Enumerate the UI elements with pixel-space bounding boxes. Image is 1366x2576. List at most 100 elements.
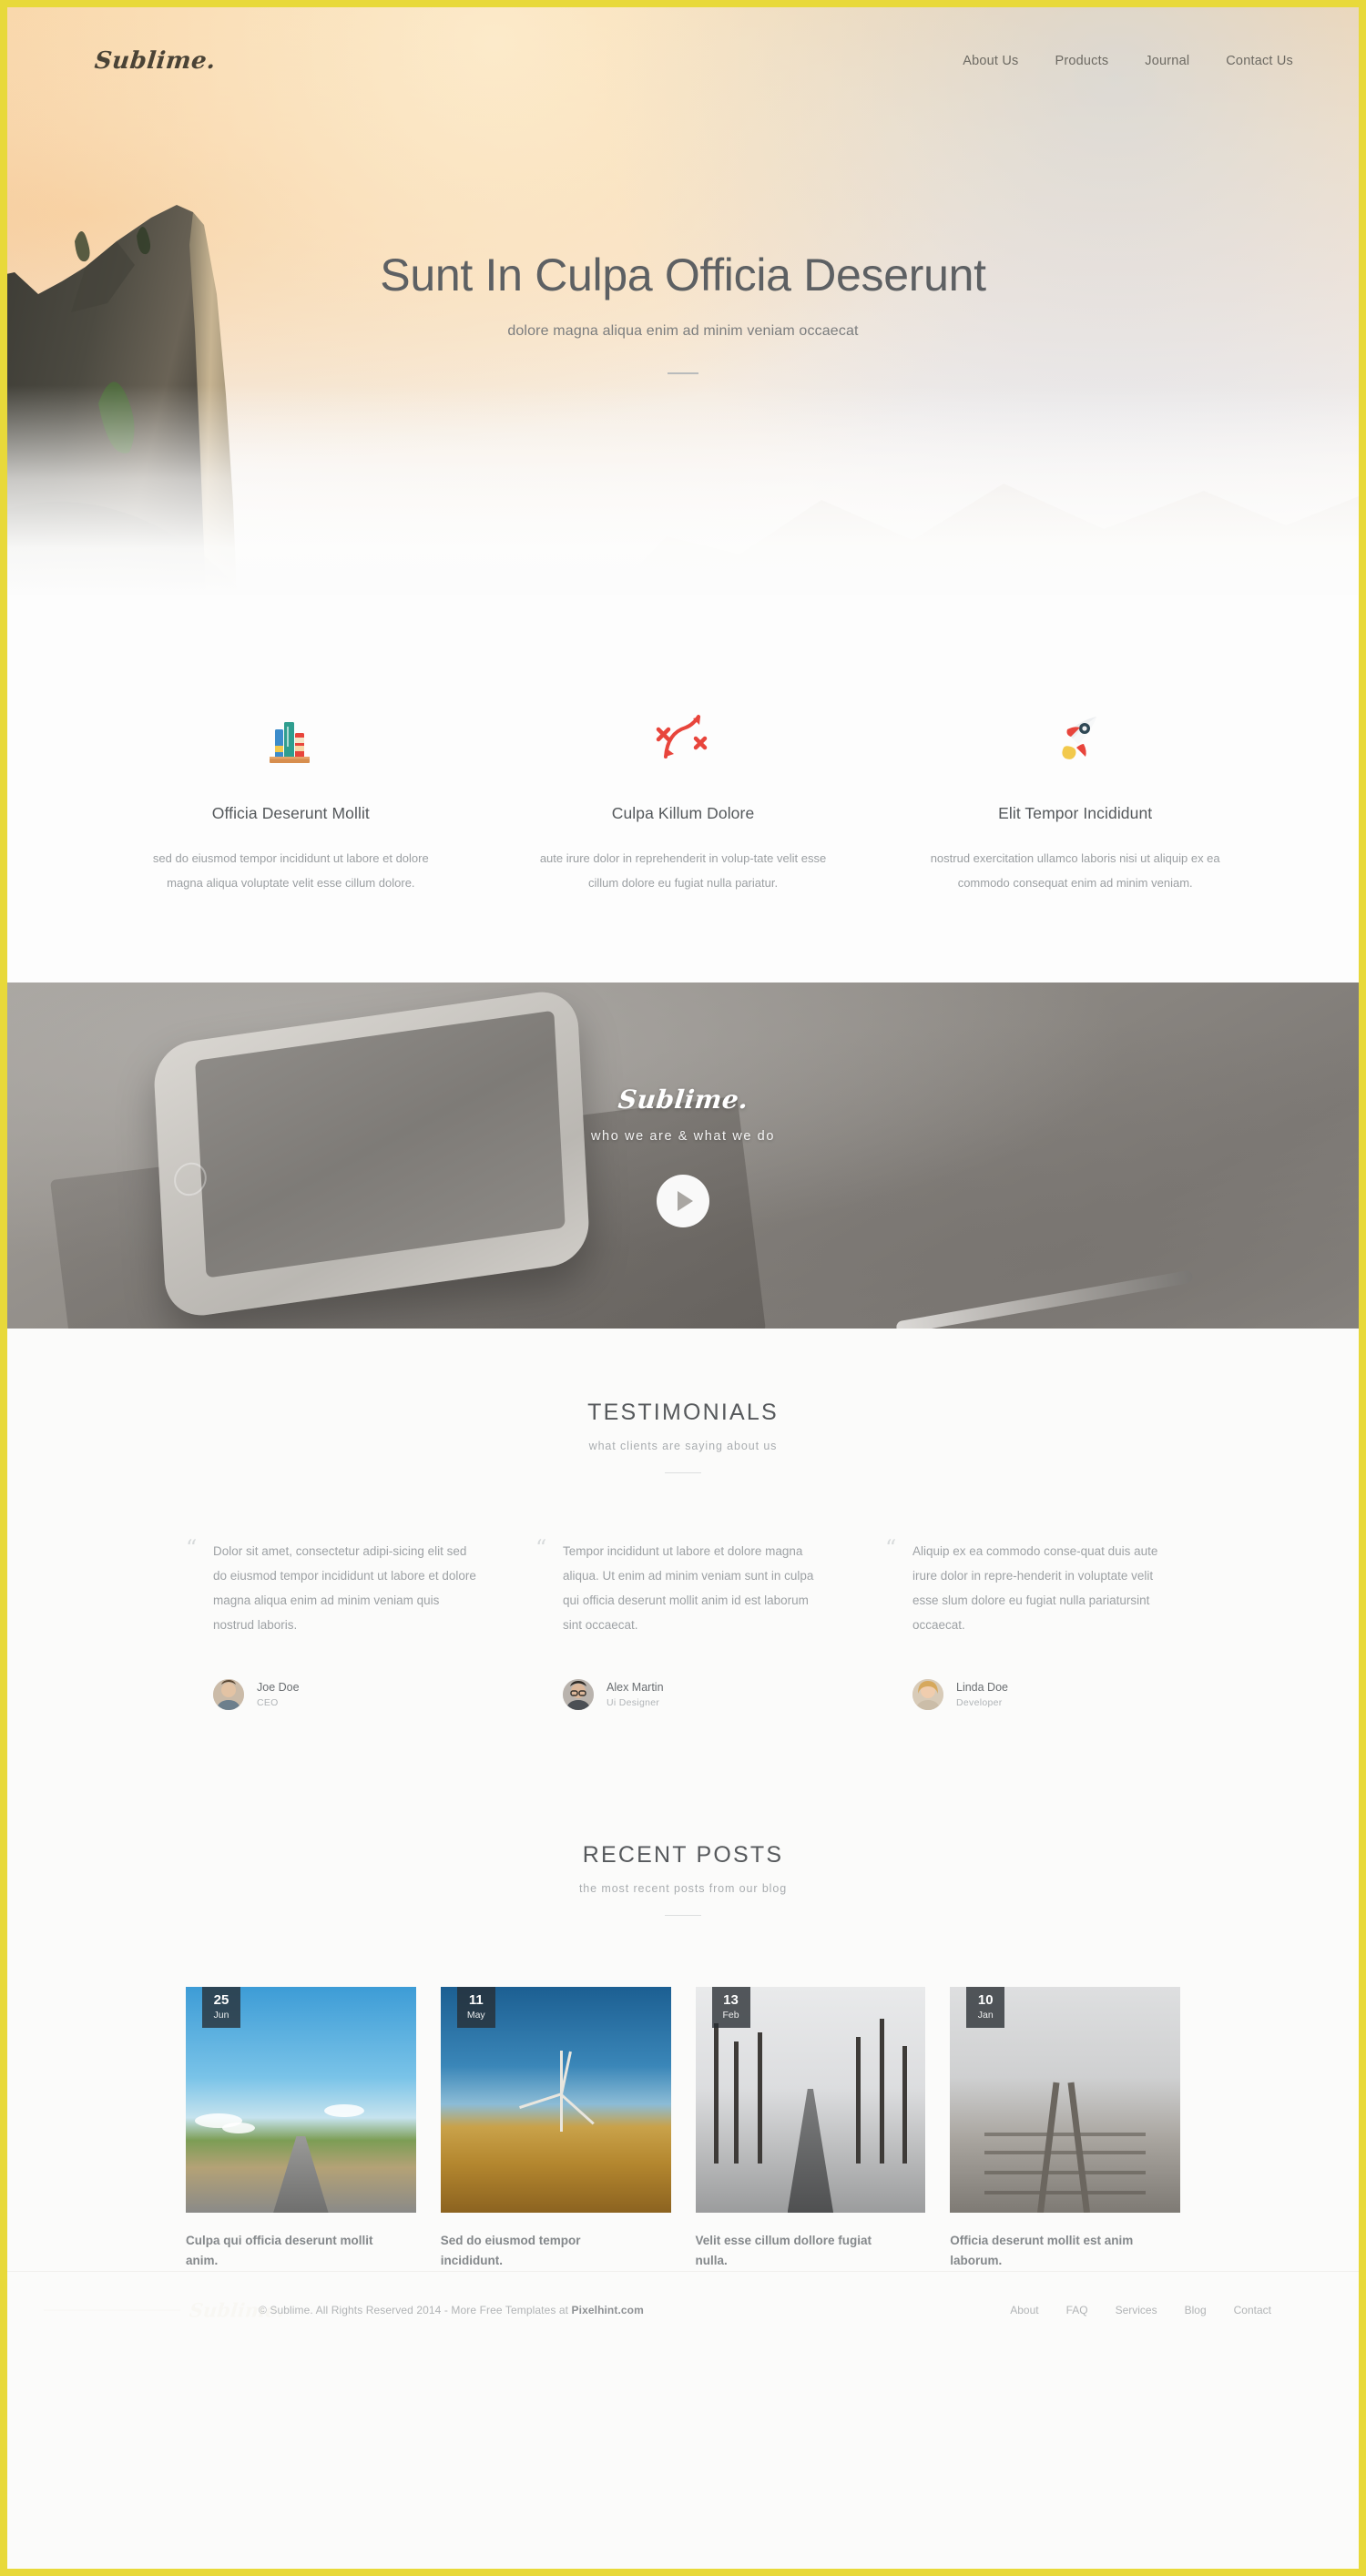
author-role: Developer <box>956 1697 1003 1709</box>
brand-logo[interactable]: Sublime. <box>93 47 217 75</box>
testimonial-author: Linda Doe Developer <box>885 1679 1180 1711</box>
author-meta: Joe Doe CEO <box>257 1681 300 1708</box>
post-card[interactable]: 10 Jan Officia deserunt mollit est anim … <box>950 1987 1180 2271</box>
post-card[interactable]: 13 Feb Velit esse cillum dollore fugiat … <box>695 1987 926 2271</box>
post-title[interactable]: Sed do eiusmod tempor incididunt. <box>441 2231 641 2271</box>
post-thumbnail[interactable]: 13 Feb <box>695 1987 926 2214</box>
author-meta: Alex Martin Ui Designer <box>607 1681 664 1708</box>
testimonial-quote: Aliquip ex ea commodo conse-quat duis au… <box>912 1544 1158 1633</box>
recent-posts-header: RECENT POSTS the most recent posts from … <box>95 1842 1271 1917</box>
feature-card-elit-tempor-incididunt: Elit Tempor Incididunt nostrud exercitat… <box>879 702 1271 895</box>
author-meta: Linda Doe Developer <box>956 1681 1008 1708</box>
hero-title: Sunt In Culpa Officia Deserunt <box>380 249 986 300</box>
top-navigation-bar: Sublime. About Us Products Journal Conta… <box>7 7 1359 115</box>
posts-grid: 25 Jun Culpa qui officia deserunt mollit… <box>95 1987 1271 2271</box>
testimonial-quote: Dolor sit amet, consectetur adipi-sicing… <box>213 1544 476 1633</box>
post-date-day: 11 <box>468 1992 484 2009</box>
recent-posts-subtitle: the most recent posts from our blog <box>578 1882 788 1896</box>
feature-text: aute irure dolor in reprehenderit in vol… <box>539 851 827 890</box>
footer-watermark-line <box>44 2309 180 2310</box>
hero-section: Sublime. About Us Products Journal Conta… <box>7 7 1359 595</box>
footer-link-services[interactable]: Services <box>1116 2304 1157 2316</box>
feature-title: Culpa Killum Dolore <box>611 804 755 822</box>
arrows-target-icon <box>507 702 860 777</box>
nav-item-contact-us[interactable]: Contact Us <box>1226 54 1293 68</box>
hero-copy: Sunt In Culpa Officia Deserunt dolore ma… <box>7 251 1359 374</box>
testimonial-quote-wrap: “ Aliquip ex ea commodo conse-quat duis … <box>885 1535 1180 1637</box>
author-name: Joe Doe <box>257 1681 300 1695</box>
footer-link-about[interactable]: About <box>1010 2304 1038 2316</box>
video-overlay: Sublime. who we are & what we do <box>7 983 1359 1329</box>
quote-mark-icon: “ <box>535 1535 547 1562</box>
post-title[interactable]: Officia deserunt mollit est anim laborum… <box>950 2231 1150 2271</box>
post-date-day: 10 <box>977 1992 994 2009</box>
post-title[interactable]: Culpa qui officia deserunt mollit anim. <box>186 2231 386 2271</box>
copyright-text: © Sublime. All Rights Reserved 2014 - Mo… <box>259 2304 644 2316</box>
post-card[interactable]: 25 Jun Culpa qui officia deserunt mollit… <box>186 1987 416 2271</box>
nav-item-journal[interactable]: Journal <box>1145 54 1189 68</box>
avatar <box>563 1679 594 1711</box>
post-date-month: Feb <box>722 2010 739 2021</box>
post-date-month: May <box>466 2010 485 2021</box>
testimonial-author: Alex Martin Ui Designer <box>535 1679 831 1711</box>
post-thumbnail[interactable]: 10 Jan <box>950 1987 1180 2214</box>
features-section: Officia Deserunt Mollit sed do eiusmod t… <box>7 595 1359 983</box>
post-date-day: 13 <box>723 1992 739 2009</box>
feature-card-officia-deserunt-mollit: Officia Deserunt Mollit sed do eiusmod t… <box>95 702 487 895</box>
testimonial-quote: Tempor incididunt ut labore et dolore ma… <box>563 1544 814 1633</box>
testimonial-card: “ Aliquip ex ea commodo conse-quat duis … <box>885 1535 1180 1711</box>
nav-item-products[interactable]: Products <box>1055 54 1108 68</box>
post-date-month: Jun <box>213 2010 229 2021</box>
play-icon <box>678 1190 693 1211</box>
video-promo-section: Sublime. who we are & what we do <box>7 983 1359 1329</box>
feature-text: nostrud exercitation ullamco laboris nis… <box>930 851 1220 890</box>
feature-title: Elit Tempor Incididunt <box>998 804 1153 822</box>
footer-link-contact[interactable]: Contact <box>1234 2304 1271 2316</box>
author-role: CEO <box>257 1697 279 1709</box>
play-button[interactable] <box>657 1174 709 1227</box>
recent-posts-divider <box>665 1915 701 1917</box>
post-date-badge: 11 May <box>456 1987 495 2029</box>
post-date-month: Jan <box>977 2010 994 2021</box>
quote-mark-icon: “ <box>885 1535 897 1562</box>
footer-link-faq[interactable]: FAQ <box>1066 2304 1088 2316</box>
site-footer: Sublime. © Sublime. All Rights Reserved … <box>7 2271 1359 2347</box>
testimonial-card: “ Dolor sit amet, consectetur adipi-sici… <box>186 1535 481 1711</box>
post-card[interactable]: 11 May Sed do eiusmod tempor incididunt. <box>440 1987 671 2271</box>
hero-subtitle: dolore magna aliqua enim ad minim veniam… <box>507 322 859 339</box>
hero-mist-fade <box>7 385 1359 595</box>
footer-links: About FAQ Services Blog Contact <box>1010 2304 1271 2316</box>
post-date-day: 25 <box>213 1992 229 2009</box>
avatar <box>213 1679 244 1711</box>
books-icon <box>115 702 467 777</box>
testimonials-divider <box>665 1472 701 1474</box>
post-title[interactable]: Velit esse cillum dollore fugiat nulla. <box>696 2231 896 2271</box>
main-nav: About Us Products Journal Contact Us <box>963 54 1293 68</box>
author-name: Alex Martin <box>607 1681 664 1695</box>
post-date-badge: 25 Jun <box>202 1987 240 2029</box>
recent-posts-section: RECENT POSTS the most recent posts from … <box>7 1710 1359 2271</box>
page-frame: Sublime. About Us Products Journal Conta… <box>0 0 1366 2576</box>
feature-card-culpa-killum-dolore: Culpa Killum Dolore aute irure dolor in … <box>487 702 880 895</box>
nav-item-about-us[interactable]: About Us <box>963 54 1018 68</box>
hero-divider <box>668 372 698 374</box>
avatar <box>912 1679 943 1711</box>
testimonials-subtitle: what clients are saying about us <box>588 1440 778 1453</box>
footer-link-blog[interactable]: Blog <box>1185 2304 1207 2316</box>
post-date-badge: 13 Feb <box>711 1987 750 2029</box>
post-thumbnail[interactable]: 11 May <box>440 1987 671 2214</box>
feature-text: sed do eiusmod tempor incididunt ut labo… <box>152 851 429 890</box>
video-tagline: who we are & what we do <box>590 1128 776 1144</box>
author-role: Ui Designer <box>607 1697 660 1709</box>
post-thumbnail[interactable]: 25 Jun <box>186 1987 416 2214</box>
testimonial-card: “ Tempor incididunt ut labore et dolore … <box>535 1535 831 1711</box>
quote-mark-icon: “ <box>186 1535 198 1562</box>
post-date-badge: 10 Jan <box>966 1987 1005 2029</box>
copyright-link[interactable]: Pixelhint.com <box>572 2304 644 2316</box>
footer-watermark: Sublime. <box>44 2298 285 2321</box>
feature-title: Officia Deserunt Mollit <box>211 804 370 822</box>
testimonials-title: TESTIMONIALS <box>587 1400 779 1426</box>
testimonial-author: Joe Doe CEO <box>186 1679 481 1711</box>
recent-posts-title: RECENT POSTS <box>582 1842 784 1868</box>
testimonial-quote-wrap: “ Dolor sit amet, consectetur adipi-sici… <box>186 1535 481 1637</box>
